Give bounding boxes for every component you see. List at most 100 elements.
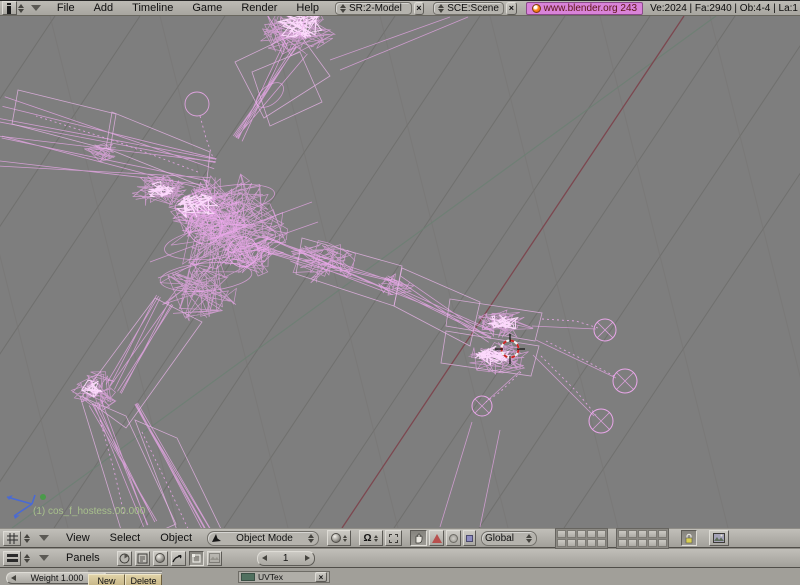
- layer-toggle[interactable]: [577, 530, 586, 538]
- layer-toggle[interactable]: [648, 539, 657, 547]
- layer-toggle[interactable]: [658, 539, 667, 547]
- layer-toggle[interactable]: [658, 530, 667, 538]
- view3d-collapse-icon[interactable]: [39, 535, 49, 541]
- object-context-button[interactable]: [171, 551, 186, 566]
- scene-statistics: Ve:2024 | Fa:2940 | Ob:4-4 | La:1: [650, 3, 798, 14]
- window-type-button[interactable]: [2, 1, 17, 15]
- layer-toggle[interactable]: [597, 539, 606, 547]
- layer-toggle[interactable]: [628, 530, 637, 538]
- screen-browse-icon[interactable]: [339, 4, 347, 13]
- editing-icon: [191, 553, 202, 564]
- draw-type-arrows-icon: [343, 535, 348, 542]
- buttons-editor-type-button[interactable]: [3, 551, 21, 566]
- window-type-dropdown-icon[interactable]: [18, 4, 24, 13]
- layer-toggle[interactable]: [587, 539, 596, 547]
- layer-buttons-group-2: [616, 528, 669, 549]
- menu-add[interactable]: Add: [85, 2, 123, 14]
- buttons-editor-dropdown-icon[interactable]: [23, 554, 31, 563]
- wireframe-model-scene: [0, 16, 800, 528]
- menu-game[interactable]: Game: [183, 2, 231, 14]
- layer-toggle[interactable]: [577, 539, 586, 547]
- scene-context-button[interactable]: [207, 551, 222, 566]
- layer-toggle[interactable]: [587, 530, 596, 538]
- screen-selector[interactable]: SR:2-Model: [335, 2, 412, 15]
- uvtex-row[interactable]: UVTex ×: [238, 571, 330, 583]
- mode-select-value: Object Mode: [236, 533, 293, 544]
- buttons-editor-icon: [7, 553, 18, 564]
- menu-file[interactable]: File: [48, 2, 84, 14]
- viewport-3d[interactable]: (1) cos_f_hostess.00.000: [0, 16, 800, 528]
- scene-selector-value: SCE:Scene: [447, 3, 499, 14]
- render-preview-button[interactable]: [709, 530, 729, 546]
- frame-decrement-icon[interactable]: [262, 555, 267, 561]
- editor-type-dropdown-icon[interactable]: [23, 534, 31, 543]
- draw-type-sphere-icon: [331, 533, 341, 543]
- rotate-manipulator-button[interactable]: [446, 530, 461, 546]
- vertex-group-slider[interactable]: [88, 570, 162, 573]
- weight-decrement-icon[interactable]: [11, 575, 16, 581]
- layer-toggle[interactable]: [628, 539, 637, 547]
- view3d-header: View Select Object Object Mode Ω Global: [0, 528, 800, 548]
- version-badge-text: www.blender.org 243: [544, 3, 637, 14]
- shading-context-button[interactable]: [153, 551, 168, 566]
- scale-square-icon: [466, 535, 473, 542]
- draw-type-button[interactable]: [327, 530, 351, 546]
- script-context-button[interactable]: [135, 551, 150, 566]
- layer-toggle[interactable]: [638, 539, 647, 547]
- pivot-arrows-icon: [374, 535, 379, 542]
- menu-select[interactable]: Select: [101, 532, 150, 544]
- editor-type-button[interactable]: [3, 531, 21, 546]
- layer-toggle[interactable]: [618, 539, 627, 547]
- script-icon: [137, 553, 148, 564]
- menu-timeline[interactable]: Timeline: [123, 2, 182, 14]
- translate-manipulator-button[interactable]: [429, 530, 444, 546]
- image-icon: [713, 533, 725, 543]
- manipulator-toggle-button[interactable]: [410, 530, 427, 546]
- align-toggle-button[interactable]: [385, 530, 402, 546]
- delete-button[interactable]: Delete: [125, 574, 162, 585]
- version-badge[interactable]: www.blender.org 243: [526, 2, 643, 15]
- rotate-circle-icon: [449, 534, 458, 543]
- scale-manipulator-button[interactable]: [463, 530, 476, 546]
- logic-icon: [119, 553, 130, 564]
- scene-browse-icon[interactable]: [437, 4, 445, 13]
- layer-toggle[interactable]: [557, 539, 566, 547]
- layer-toggle[interactable]: [597, 530, 606, 538]
- scene-close-button[interactable]: ×: [506, 2, 517, 15]
- buttons-collapse-icon[interactable]: [39, 555, 49, 561]
- top-header: File Add Timeline Game Render Help SR:2-…: [0, 0, 800, 16]
- new-button[interactable]: New: [88, 574, 125, 585]
- layer-toggle[interactable]: [567, 539, 576, 547]
- info-window-icon: [4, 3, 14, 14]
- scene-selector[interactable]: SCE:Scene: [433, 2, 504, 15]
- pivot-button[interactable]: Ω: [359, 530, 383, 546]
- screen-close-button[interactable]: ×: [414, 2, 425, 15]
- menu-help[interactable]: Help: [287, 2, 328, 14]
- layer-toggle[interactable]: [638, 530, 647, 538]
- uvtex-color-swatch[interactable]: [241, 573, 255, 581]
- uvtex-delete-button[interactable]: ×: [315, 572, 327, 582]
- menu-view[interactable]: View: [57, 532, 99, 544]
- frame-increment-icon[interactable]: [305, 555, 310, 561]
- lock-layers-button[interactable]: [681, 530, 697, 546]
- orientation-select[interactable]: Global: [481, 531, 537, 546]
- menu-object[interactable]: Object: [151, 532, 201, 544]
- menu-render[interactable]: Render: [232, 2, 286, 14]
- editing-context-button[interactable]: [189, 551, 204, 566]
- mode-select[interactable]: Object Mode: [207, 531, 319, 546]
- layer-toggle[interactable]: [557, 530, 566, 538]
- layer-toggle[interactable]: [648, 530, 657, 538]
- lock-icon: [684, 533, 694, 544]
- frame-number-value: 1: [283, 553, 289, 564]
- logic-context-button[interactable]: [117, 551, 132, 566]
- blender-logo-icon: [532, 4, 541, 13]
- buttons-window-header: Panels 1: [0, 548, 800, 568]
- viewport-info-text: (1) cos_f_hostess.00.000: [33, 506, 146, 517]
- header-collapse-icon[interactable]: [31, 5, 41, 11]
- object-icon: [172, 553, 184, 564]
- panels-menu[interactable]: Panels: [57, 552, 109, 564]
- layer-toggle[interactable]: [567, 530, 576, 538]
- frame-number-stepper[interactable]: 1: [257, 551, 315, 566]
- shading-sphere-icon: [155, 553, 165, 563]
- layer-toggle[interactable]: [618, 530, 627, 538]
